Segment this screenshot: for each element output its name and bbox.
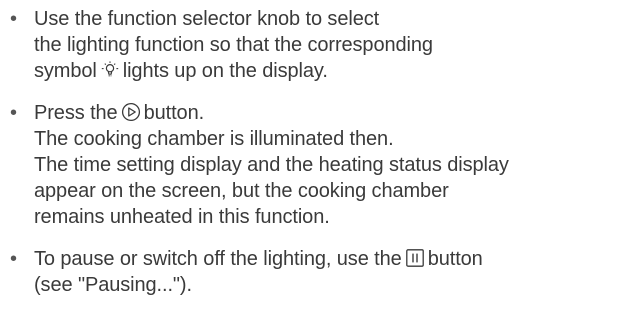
step2-line5: remains unheated in this function.: [34, 206, 330, 228]
step1-line3: symbol lights up on the display.: [34, 58, 621, 84]
step2-line1-before: Press the: [34, 102, 118, 124]
step-press-start: • Press the button. The cooking chamber …: [8, 100, 621, 230]
step1-line3-after: lights up on the display.: [122, 60, 328, 82]
step3-line2: (see "Pausing...").: [34, 274, 192, 296]
step-text: To pause or switch off the lighting, use…: [34, 246, 621, 298]
step2-line1: Press the button.: [34, 100, 621, 126]
bullet: •: [10, 102, 18, 124]
step2-line4: appear on the screen, but the cooking ch…: [34, 180, 449, 202]
step3-line1-after: button: [427, 248, 483, 270]
start-button-icon: [121, 102, 141, 122]
step3-line1-before: To pause or switch off the lighting, use…: [34, 248, 402, 270]
step1-line1: Use the function selector knob to select: [34, 8, 380, 30]
step1-line3-before: symbol: [34, 60, 97, 82]
step2-line1-after: button.: [143, 102, 205, 124]
step3-line1: To pause or switch off the lighting, use…: [34, 246, 621, 272]
step2-line2: The cooking chamber is illuminated then.: [34, 128, 394, 150]
bullet: •: [10, 248, 18, 270]
step-select-lighting: • Use the function selector knob to sele…: [8, 6, 621, 84]
pause-button-icon: [405, 248, 425, 268]
step-pause-lighting: • To pause or switch off the lighting, u…: [8, 246, 621, 298]
step-text: Press the button. The cooking chamber is…: [34, 100, 621, 230]
step2-line3: The time setting display and the heating…: [34, 154, 509, 176]
lamp-icon: [100, 60, 120, 80]
instruction-list: • Use the function selector knob to sele…: [0, 0, 621, 323]
step1-line2: the lighting function so that the corres…: [34, 34, 433, 56]
step-text: Use the function selector knob to select…: [34, 6, 621, 84]
bullet: •: [10, 8, 18, 30]
